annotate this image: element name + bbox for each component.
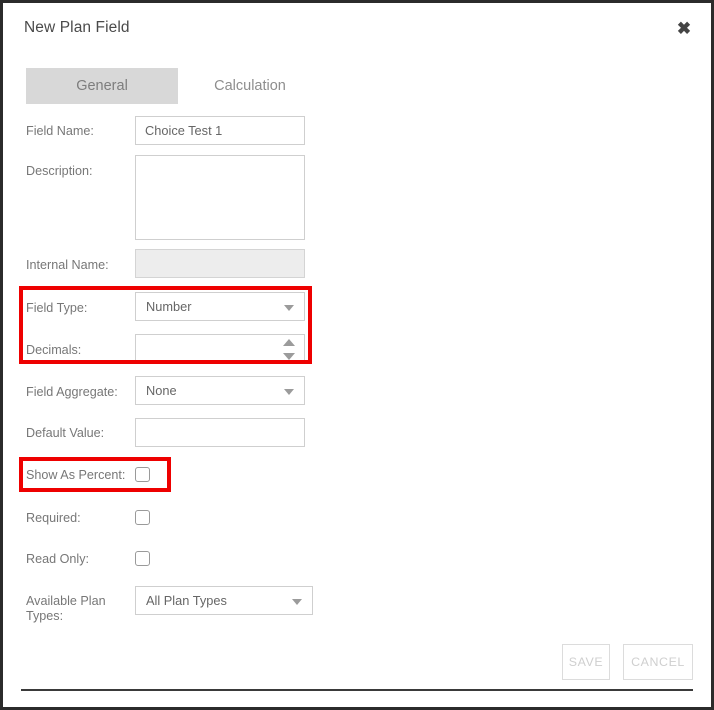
show-as-percent-checkbox[interactable] [135,467,150,482]
field-type-value: Number [146,299,192,314]
cancel-button-label: CANCEL [631,655,685,669]
chevron-down-icon [284,389,294,395]
field-aggregate-label: Field Aggregate: [26,385,118,399]
close-icon[interactable]: ✖ [672,16,696,40]
internal-name-control [135,249,305,278]
description-textarea[interactable] [135,155,305,240]
decimals-control [135,334,305,363]
default-value-control [135,418,305,447]
field-type-select[interactable]: Number [135,292,305,321]
decimals-label: Decimals: [26,343,82,357]
dialog-title: New Plan Field [24,19,130,36]
field-type-control: Number [135,292,305,321]
field-name-control [135,116,305,145]
show-as-percent-label: Show As Percent: [26,468,126,482]
read-only-label: Read Only: [26,552,89,566]
chevron-down-icon [284,305,294,311]
required-label: Required: [26,511,81,525]
save-button-label: SAVE [568,655,604,669]
field-name-input[interactable] [135,116,305,145]
save-button[interactable]: SAVE [562,644,610,680]
field-aggregate-control: None [135,376,305,405]
show-as-percent-control [135,467,150,482]
available-plan-types-label: Available Plan Types: [26,594,106,623]
required-checkbox[interactable] [135,510,150,525]
internal-name-label: Internal Name: [26,258,109,272]
available-plan-types-select[interactable]: All Plan Types [135,586,313,615]
required-control [135,510,150,525]
default-value-label: Default Value: [26,426,105,440]
available-plan-types-value: All Plan Types [146,593,227,608]
field-type-label: Field Type: [26,301,88,315]
field-aggregate-select[interactable]: None [135,376,305,405]
read-only-control [135,551,150,566]
tab-general[interactable]: General [26,68,178,104]
cancel-button[interactable]: CANCEL [623,644,693,680]
tab-general-label: General [76,78,128,94]
description-label: Description: [26,164,93,178]
chevron-down-icon [292,599,302,605]
spinner-up-icon[interactable] [283,339,295,346]
footer-divider [21,689,693,691]
tab-bar: General Calculation [26,68,312,104]
up-down-arrows-icon[interactable] [283,339,295,360]
field-name-label: Field Name: [26,124,94,138]
spinner-down-icon[interactable] [283,353,295,360]
dialog-header: New Plan Field ✖ [3,3,711,55]
decimals-stepper[interactable] [135,334,305,363]
read-only-checkbox[interactable] [135,551,150,566]
default-value-input[interactable] [135,418,305,447]
field-aggregate-value: None [146,383,177,398]
available-plan-types-control: All Plan Types [135,586,313,615]
internal-name-input [135,249,305,278]
new-plan-field-dialog: New Plan Field ✖ General Calculation Fie… [0,0,714,710]
description-control [135,155,305,245]
tab-calculation[interactable]: Calculation [188,68,312,104]
tab-calculation-label: Calculation [214,78,286,94]
